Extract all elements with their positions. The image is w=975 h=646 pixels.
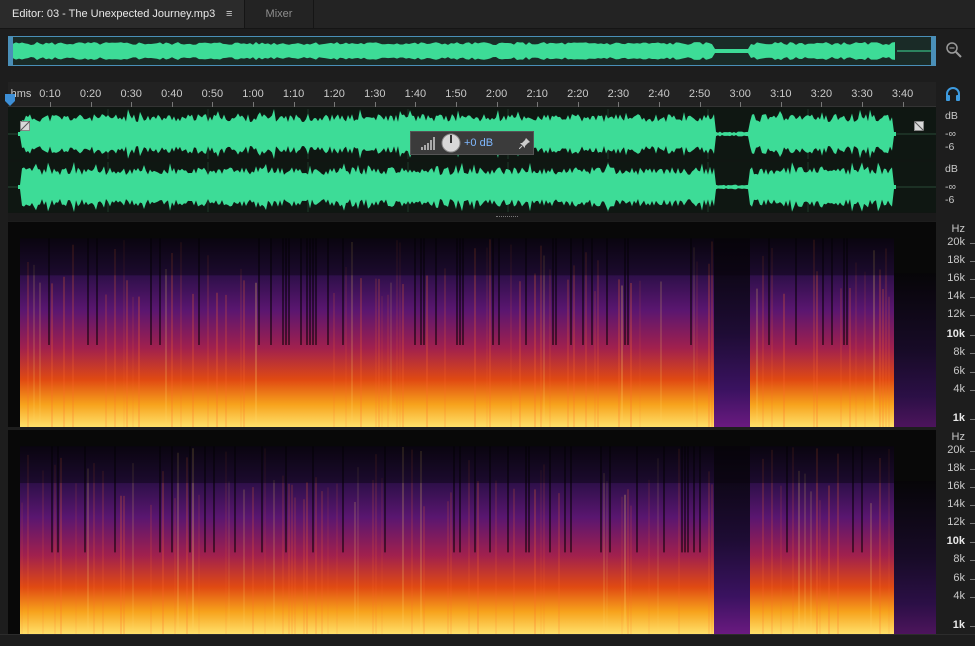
- ruler-tick-label: 3:10: [770, 88, 792, 100]
- ruler-tick-label: 1:10: [282, 88, 305, 100]
- db-label-bottom: dB: [945, 163, 958, 175]
- ruler-tick-label: 2:50: [688, 88, 711, 100]
- panel-menu-icon[interactable]: ≡: [226, 0, 232, 28]
- headphone-icon[interactable]: [945, 86, 961, 102]
- ruler-tick-label: 3:30: [851, 88, 873, 100]
- spectral-channel-left[interactable]: [8, 222, 936, 427]
- frequency-tick: [970, 504, 975, 506]
- frequency-label: 20k: [947, 236, 965, 248]
- ruler-tick-label: 2:20: [567, 88, 589, 100]
- overview-navigator[interactable]: [8, 36, 936, 66]
- frequency-tick: [970, 542, 975, 544]
- ruler-tick-label: 1:40: [404, 88, 427, 100]
- frequency-label: 6k: [953, 572, 965, 585]
- frequency-scale-right: Hz 20k 18k 16k 14k 12k 10k 8k 6k 4k 1k: [938, 430, 975, 634]
- tab-bar: Editor: 03 - The Unexpected Journey.mp3 …: [0, 0, 975, 29]
- ruler-tick-label: 0:20: [79, 88, 102, 100]
- ruler-tick-label: 2:30: [607, 88, 630, 100]
- tab-editor[interactable]: Editor: 03 - The Unexpected Journey.mp3 …: [0, 0, 244, 28]
- frequency-scale-left: Hz 20k 18k 16k 14k 12k 10k 8k 6k 4k 1k: [938, 222, 975, 427]
- frequency-label: 18k: [947, 461, 965, 474]
- playhead-marker[interactable]: [5, 94, 15, 106]
- ruler-tick-label: 3:40: [891, 88, 914, 100]
- frequency-label: 6k: [953, 365, 965, 377]
- frequency-tick: [970, 261, 975, 262]
- tab-editor-label: Editor: 03 - The Unexpected Journey.mp3: [12, 8, 216, 20]
- frequency-label: 4k: [953, 590, 965, 603]
- amplitude-scale: dB -∞ -6 dB -∞ -6: [938, 107, 975, 213]
- frequency-label: 10k: [946, 535, 965, 548]
- ruler-tick-label: 2:00: [485, 88, 508, 100]
- frequency-tick: [970, 522, 975, 524]
- frequency-tick: [970, 372, 975, 373]
- neg6-label-top: -6: [945, 141, 955, 153]
- ruler-tick-label: 0:50: [201, 88, 224, 100]
- ruler-tick-label: 0:40: [161, 88, 183, 100]
- ruler-tick-label: 0:10: [39, 88, 61, 100]
- fade-out-handle-icon[interactable]: [914, 121, 924, 131]
- frequency-tick: [970, 279, 975, 280]
- time-ruler[interactable]: hms 0:10 0:20 0:30 0:40 0:50 1:00 1:10 1:20 1:30…: [8, 82, 936, 107]
- frequency-label: 8k: [953, 346, 965, 358]
- frequency-tick: [970, 315, 975, 316]
- ruler-tick-label: 1:00: [242, 88, 264, 100]
- ruler-tick-label: 1:30: [364, 88, 386, 100]
- status-bar: [0, 634, 975, 646]
- frequency-tick: [970, 626, 975, 628]
- frequency-label: 16k: [947, 272, 965, 284]
- hz-unit-label: Hz: [951, 223, 965, 235]
- frequency-tick: [970, 579, 975, 581]
- frequency-label: 18k: [947, 254, 965, 266]
- frequency-label: 1k: [952, 619, 965, 632]
- frequency-tick: [970, 450, 975, 452]
- ruler-tick-label: 0:30: [120, 88, 142, 100]
- waveform-channel-right[interactable]: [8, 162, 936, 212]
- fade-in-handle-icon[interactable]: [20, 121, 30, 131]
- frequency-label: 12k: [947, 515, 965, 528]
- spectral-channel-right[interactable]: [8, 430, 936, 634]
- ruler-tick-label: 1:20: [323, 88, 345, 100]
- neg6-label-bottom: -6: [945, 194, 955, 206]
- frequency-tick: [970, 390, 975, 391]
- level-meter-icon: [421, 137, 435, 150]
- frequency-label: 20k: [947, 443, 965, 456]
- frequency-label: 4k: [953, 383, 965, 395]
- frequency-tick: [970, 597, 975, 599]
- waveform-view[interactable]: [8, 107, 936, 213]
- inf-label-top: -∞: [945, 128, 956, 140]
- hz-unit-label: Hz: [951, 431, 965, 443]
- frequency-tick: [970, 468, 975, 470]
- frequency-tick: [970, 297, 975, 298]
- frequency-tick: [970, 419, 975, 420]
- pin-icon[interactable]: [519, 137, 531, 149]
- db-label-top: dB: [945, 110, 958, 122]
- frequency-label: 14k: [947, 497, 965, 510]
- frequency-label: 10k: [946, 328, 965, 340]
- volume-knob-icon[interactable]: [441, 133, 461, 153]
- inf-label-bottom: -∞: [945, 181, 956, 193]
- ruler-tick-label: 3:20: [810, 88, 833, 100]
- frequency-label: 8k: [953, 553, 965, 566]
- frequency-tick: [970, 243, 975, 244]
- view-splitter[interactable]: [8, 213, 936, 221]
- frequency-label: 16k: [947, 479, 965, 492]
- frequency-tick: [970, 353, 975, 354]
- frequency-tick: [970, 335, 975, 336]
- ruler-tick-label: 2:10: [526, 88, 548, 100]
- frequency-tick: [970, 486, 975, 488]
- ruler-tick-label: 3:00: [729, 88, 751, 100]
- zoom-icon[interactable]: [944, 40, 964, 60]
- frequency-label: 14k: [947, 290, 965, 302]
- tab-mixer[interactable]: Mixer: [244, 0, 314, 28]
- volume-value[interactable]: +0 dB: [464, 137, 493, 149]
- ruler-tick-label: 1:50: [445, 88, 467, 100]
- frequency-label: 1k: [952, 412, 965, 424]
- frequency-tick: [970, 560, 975, 562]
- volume-hud[interactable]: +0 dB: [410, 131, 534, 155]
- frequency-label: 12k: [947, 308, 965, 320]
- ruler-tick-label: 2:40: [648, 88, 670, 100]
- overview-waveform: [9, 37, 935, 65]
